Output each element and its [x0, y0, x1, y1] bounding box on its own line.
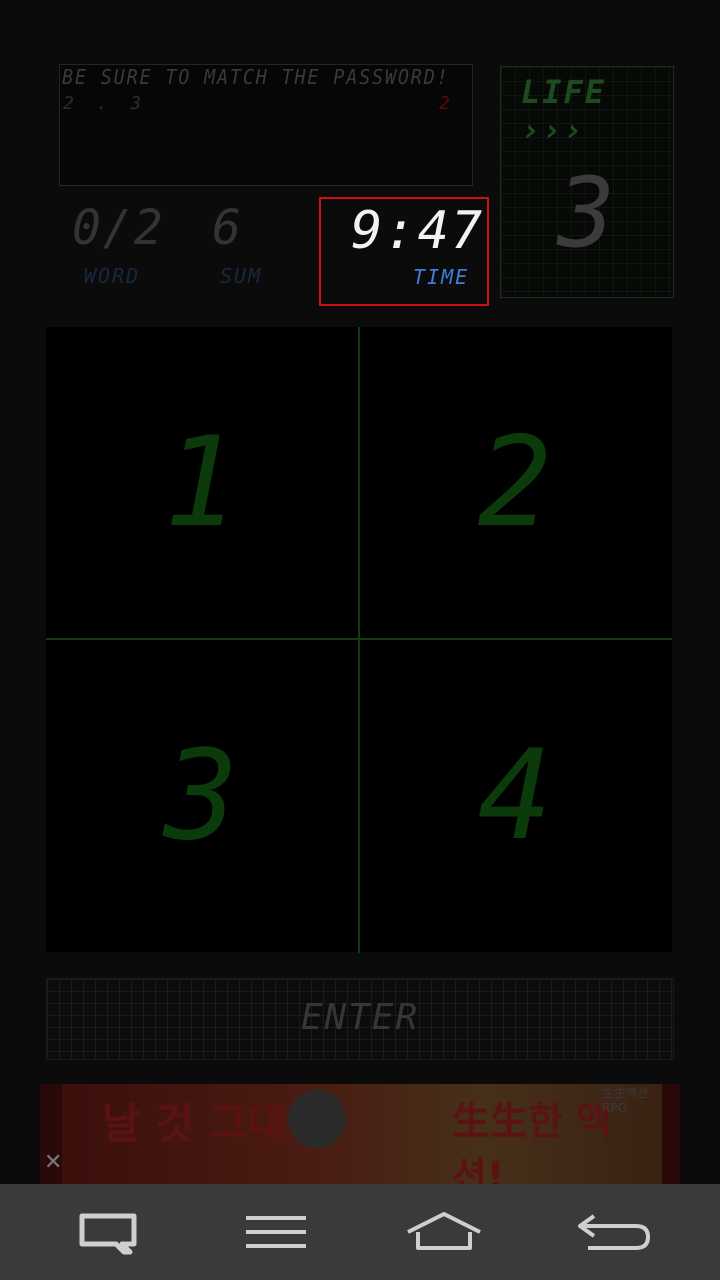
keypad: 1 2 3 4 — [46, 327, 672, 953]
ad-brand: 生生액션RPG — [602, 1086, 649, 1115]
enter-button[interactable]: ENTER — [46, 978, 674, 1060]
ad-image[interactable]: 날 것 그대로 生生한 액션! 生生액션RPG — [62, 1084, 662, 1184]
ad-close-icon[interactable]: ✕ — [44, 1150, 62, 1175]
word-label: WORD — [84, 264, 141, 288]
system-navigation-bar — [0, 1184, 720, 1280]
keypad-horizontal-divider — [46, 638, 672, 640]
life-value: 3 — [557, 157, 617, 269]
menu-icon[interactable] — [226, 1202, 326, 1262]
game-screen: BE SURE TO MATCH THE PASSWORD! 2 . 3 2 L… — [0, 0, 720, 1184]
key-3-label: 3 — [163, 724, 241, 868]
key-1-button[interactable]: 1 — [46, 327, 358, 639]
key-1-label: 1 — [163, 411, 241, 555]
word-value: 0/2 — [72, 200, 165, 256]
time-value: 9:47 — [351, 201, 485, 261]
key-4-label: 4 — [477, 724, 555, 868]
key-2-label: 2 — [477, 411, 555, 555]
time-label: TIME — [413, 265, 470, 289]
instruction-text: BE SURE TO MATCH THE PASSWORD! — [62, 65, 450, 89]
key-3-button[interactable]: 3 — [46, 640, 358, 952]
ad-banner[interactable]: 날 것 그대로 生生한 액션! 生生액션RPG ✕ — [40, 1084, 680, 1184]
time-panel: 9:47 TIME — [319, 197, 489, 306]
message-panel: BE SURE TO MATCH THE PASSWORD! 2 . 3 2 — [59, 64, 473, 186]
home-icon[interactable] — [394, 1202, 494, 1262]
sequence-count: 2 — [439, 93, 452, 114]
back-icon[interactable] — [562, 1202, 662, 1262]
life-panel: LIFE ››› 3 — [500, 66, 674, 298]
ad-character-image — [262, 1084, 372, 1184]
life-label: LIFE ››› — [521, 73, 607, 149]
enter-label: ENTER — [300, 997, 420, 1038]
entered-sequence: 2 . 3 — [63, 93, 148, 114]
q-slide-icon[interactable] — [58, 1202, 158, 1262]
sum-value: 6 — [212, 200, 243, 256]
key-2-button[interactable]: 2 — [360, 327, 672, 639]
sum-label: SUM — [220, 264, 263, 288]
key-4-button[interactable]: 4 — [360, 640, 672, 952]
keypad-vertical-divider — [358, 327, 360, 953]
